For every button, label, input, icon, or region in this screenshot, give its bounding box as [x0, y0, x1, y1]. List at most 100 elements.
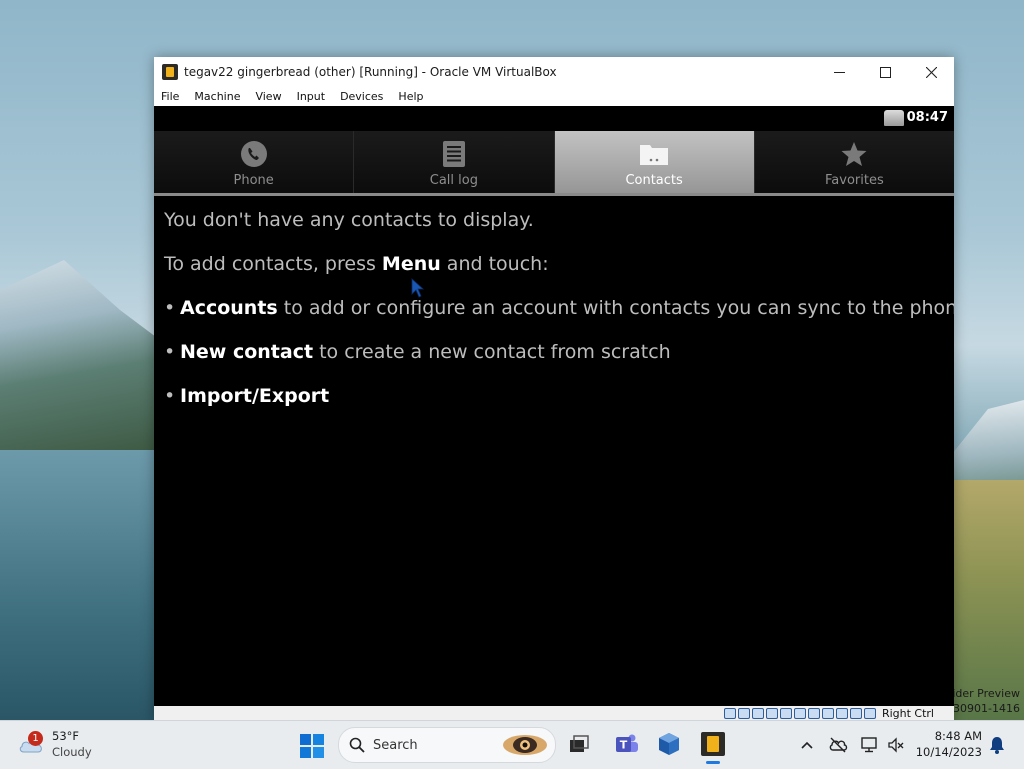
- virtualbox-manager-button[interactable]: [656, 731, 682, 757]
- menu-file[interactable]: File: [161, 90, 179, 103]
- virtualbox-cube-icon: [659, 733, 679, 755]
- display-status-icon[interactable]: [807, 708, 820, 719]
- minimize-icon: [833, 71, 845, 73]
- start-button[interactable]: [300, 734, 324, 758]
- tab-phone[interactable]: Phone: [154, 131, 355, 193]
- sim-card-icon: [884, 110, 904, 126]
- svg-text:T: T: [620, 739, 628, 752]
- maximize-button[interactable]: [862, 57, 908, 87]
- bullet-icon: •: [164, 297, 176, 319]
- show-hidden-icons-button[interactable]: [797, 735, 817, 755]
- watermark-line-1: ider Preview: [952, 687, 1020, 700]
- watermark-line-2: 230901-1416: [946, 702, 1020, 715]
- virtual-machine-icon: [701, 732, 725, 756]
- volume-tray-button[interactable]: [886, 735, 906, 755]
- menu-machine[interactable]: Machine: [194, 90, 240, 103]
- contacts-folder-icon: [639, 139, 669, 169]
- bullet-accounts-bold: Accounts: [180, 297, 278, 319]
- call-log-icon: [439, 139, 469, 169]
- list-item-accounts: • Accounts to add or configure an account…: [164, 296, 954, 321]
- minimize-button[interactable]: [816, 57, 862, 87]
- cloud-offline-icon: [829, 737, 848, 753]
- notifications-button[interactable]: [987, 735, 1007, 755]
- weather-alert-badge: 1: [28, 731, 43, 746]
- network-status-icon[interactable]: [765, 708, 778, 719]
- windows-logo-icon: [300, 734, 324, 758]
- bullet-new-contact-bold: New contact: [180, 341, 314, 363]
- status-clock: 08:47: [906, 110, 948, 125]
- bullet-icon: •: [164, 385, 176, 407]
- teams-icon: T: [616, 734, 638, 752]
- windows-taskbar: 1 53°F Cloudy Search T 8:48 AM 10/14/202…: [0, 720, 1024, 769]
- contacts-tab-bar: Phone Call log Contacts Favorites: [154, 131, 954, 196]
- list-item-new-contact: • New contact to create a new contact fro…: [164, 340, 944, 365]
- network-tray-button[interactable]: [860, 735, 880, 755]
- onedrive-tray-button[interactable]: [828, 735, 848, 755]
- bullet-icon: •: [164, 341, 176, 363]
- window-controls: [816, 57, 954, 87]
- tab-favorites[interactable]: Favorites: [754, 131, 954, 193]
- hard-disk-status-icon[interactable]: [723, 708, 736, 719]
- search-icon: [349, 737, 365, 753]
- weather-widget[interactable]: 1 53°F Cloudy: [18, 728, 92, 760]
- maximize-icon: [879, 66, 891, 78]
- menu-bar: File Machine View Input Devices Help: [154, 87, 954, 106]
- contacts-empty-message: You don't have any contacts to display. …: [154, 196, 954, 409]
- host-key-label: Right Ctrl: [881, 707, 934, 720]
- desktop-mountain-right: [952, 400, 1024, 490]
- vbox-status-bar: Right Ctrl: [154, 706, 954, 721]
- recording-status-icon[interactable]: [821, 708, 834, 719]
- weather-temperature: 53°F: [52, 729, 79, 743]
- close-icon: [925, 66, 937, 78]
- virtualization-status-icon[interactable]: [835, 708, 848, 719]
- taskbar-clock[interactable]: 8:48 AM 10/14/2023: [912, 728, 982, 760]
- tab-call-log[interactable]: Call log: [354, 131, 555, 193]
- active-app-indicator: [706, 761, 720, 764]
- tab-contacts-label: Contacts: [625, 173, 683, 188]
- empty-contacts-text: You don't have any contacts to display.: [164, 209, 534, 231]
- desktop-field-right: [952, 480, 1024, 720]
- tab-contacts[interactable]: Contacts: [554, 131, 755, 193]
- instruction-suffix: and touch:: [440, 253, 549, 275]
- chevron-up-icon: [801, 741, 813, 749]
- mouse-integration-status-icon[interactable]: [849, 708, 862, 719]
- virtualbox-app-icon: [162, 64, 178, 80]
- instruction-list: • Accounts to add or configure an account…: [164, 296, 954, 409]
- phone-icon: [239, 139, 269, 169]
- vm-window-taskbar-button[interactable]: [700, 731, 726, 764]
- keyboard-capture-status-icon[interactable]: [863, 708, 876, 719]
- task-view-icon: [570, 735, 589, 752]
- menu-view[interactable]: View: [255, 90, 281, 103]
- monitor-network-icon: [861, 737, 877, 753]
- teams-app-button[interactable]: T: [614, 731, 640, 757]
- bell-icon: [990, 737, 1004, 754]
- usb-status-icon[interactable]: [779, 708, 792, 719]
- window-title: tegav22 gingerbread (other) [Running] - …: [184, 65, 557, 79]
- tab-phone-label: Phone: [233, 173, 274, 188]
- instruction-menu-key: Menu: [381, 253, 441, 275]
- list-item-import-export: • Import/Export: [164, 384, 944, 409]
- search-highlight-image-icon: [503, 735, 547, 755]
- menu-devices[interactable]: Devices: [340, 90, 383, 103]
- window-titlebar[interactable]: tegav22 gingerbread (other) [Running] - …: [154, 57, 954, 87]
- star-icon: [839, 139, 869, 169]
- audio-status-icon[interactable]: [751, 708, 764, 719]
- search-label: Search: [373, 737, 418, 753]
- bullet-new-contact-text: to create a new contact from scratch: [313, 341, 671, 363]
- mouse-pointer-icon: [411, 278, 425, 298]
- menu-help[interactable]: Help: [398, 90, 423, 103]
- desktop-mountain-left: [0, 260, 160, 450]
- android-screen[interactable]: 08:47 Phone Call log Contacts Favorites …: [154, 106, 954, 706]
- menu-input[interactable]: Input: [297, 90, 325, 103]
- taskbar-search-box[interactable]: Search: [338, 727, 556, 763]
- instruction-prefix: To add contacts, press: [164, 253, 382, 275]
- optical-drive-status-icon[interactable]: [737, 708, 750, 719]
- desktop-lake-left: [0, 450, 160, 720]
- tab-call-log-label: Call log: [429, 173, 478, 188]
- bullet-import-export-bold: Import/Export: [180, 385, 330, 407]
- close-button[interactable]: [908, 57, 954, 87]
- weather-condition: Cloudy: [52, 745, 92, 759]
- shared-folders-status-icon[interactable]: [793, 708, 806, 719]
- task-view-button[interactable]: [566, 731, 592, 757]
- android-status-bar: 08:47: [154, 106, 954, 131]
